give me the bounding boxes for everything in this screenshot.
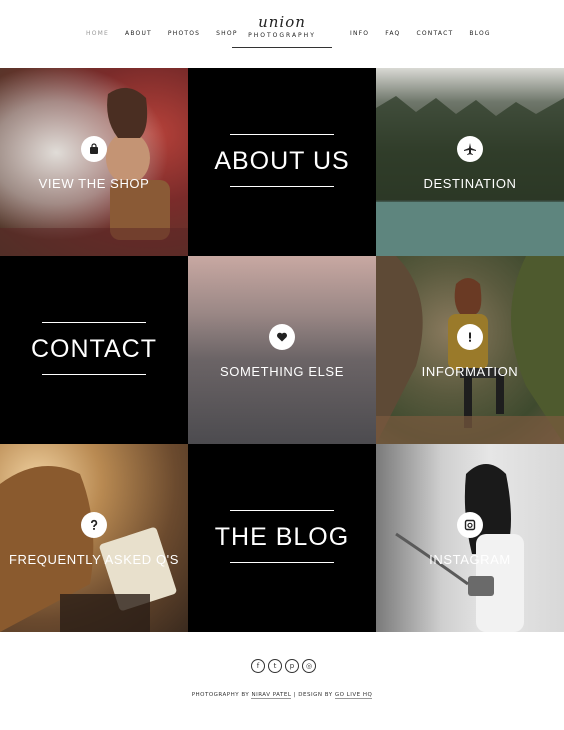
instagram-icon[interactable]: ◎ bbox=[302, 659, 316, 673]
woman-in-smoke-photo bbox=[0, 87, 188, 256]
rule-bottom bbox=[230, 186, 334, 187]
tile-instagram[interactable]: INSTAGRAM bbox=[376, 444, 564, 632]
pinterest-icon[interactable]: p bbox=[285, 659, 299, 673]
tile-destination[interactable]: DESTINATION bbox=[376, 68, 564, 256]
tile-title-about: ABOUT US bbox=[214, 147, 350, 175]
credit-separator: | bbox=[293, 692, 297, 698]
logo-subtitle: PHOTOGRAPHY bbox=[248, 32, 316, 39]
facebook-icon[interactable]: f bbox=[251, 659, 265, 673]
heart-icon bbox=[269, 324, 295, 350]
rule-bottom bbox=[42, 374, 146, 375]
tile-grid: VIEW THE SHOP ABOUT US DESTINATION CONTA… bbox=[0, 68, 564, 632]
site-logo[interactable]: union PHOTOGRAPHY bbox=[232, 14, 332, 48]
tile-information[interactable]: INFORMATION bbox=[376, 256, 564, 444]
airplane-icon bbox=[457, 136, 483, 162]
nav-info[interactable]: INFO bbox=[350, 30, 369, 37]
designer-link[interactable]: GO LIVE HQ bbox=[334, 692, 373, 699]
tile-label-destination: DESTINATION bbox=[423, 176, 517, 191]
exclamation-icon bbox=[457, 324, 483, 350]
tile-label-information: INFORMATION bbox=[421, 364, 519, 379]
question-icon bbox=[81, 512, 107, 538]
tile-something-else[interactable]: SOMETHING ELSE bbox=[188, 256, 376, 444]
rule-bottom bbox=[230, 562, 334, 563]
tile-label-shop: VIEW THE SHOP bbox=[38, 176, 150, 191]
tile-label-instagram: INSTAGRAM bbox=[429, 552, 511, 567]
tile-contact[interactable]: CONTACT bbox=[0, 256, 188, 444]
lake-forest-photo bbox=[376, 96, 564, 256]
tile-faq[interactable]: FREQUENTLY ASKED Q'S bbox=[0, 444, 188, 632]
logo-script: union bbox=[258, 13, 306, 31]
tile-title-contact: CONTACT bbox=[31, 335, 157, 363]
girl-reading-photo bbox=[0, 466, 177, 632]
tile-label-something: SOMETHING ELSE bbox=[220, 364, 344, 379]
footer-credits: PHOTOGRAPHY BY NIRAV PATEL | DESIGN BY G… bbox=[0, 692, 564, 699]
photo-credit-prefix: PHOTOGRAPHY BY bbox=[191, 692, 250, 698]
nav-blog[interactable]: BLOG bbox=[469, 30, 490, 37]
tile-the-blog[interactable]: THE BLOG bbox=[188, 444, 376, 632]
tile-view-shop[interactable]: VIEW THE SHOP bbox=[0, 68, 188, 256]
woman-on-tree-photo bbox=[376, 256, 564, 444]
design-credit-prefix: DESIGN BY bbox=[298, 692, 333, 698]
nav-home[interactable]: HOME bbox=[86, 30, 109, 37]
social-links: f t p ◎ bbox=[251, 659, 316, 673]
nav-left: HOME ABOUT PHOTOS SHOP bbox=[86, 30, 254, 37]
rule-top bbox=[230, 134, 334, 135]
nav-contact[interactable]: CONTACT bbox=[416, 30, 453, 37]
twitter-icon[interactable]: t bbox=[268, 659, 282, 673]
rule-top bbox=[230, 510, 334, 511]
logo-underline bbox=[232, 47, 332, 48]
tile-title-blog: THE BLOG bbox=[214, 523, 350, 551]
rule-top bbox=[42, 322, 146, 323]
instagram-icon bbox=[457, 512, 483, 538]
woman-with-camera-photo bbox=[395, 464, 524, 632]
nav-right: INFO FAQ CONTACT BLOG bbox=[350, 30, 507, 37]
nav-photos[interactable]: PHOTOS bbox=[168, 30, 200, 37]
bag-icon bbox=[81, 136, 107, 162]
photographer-link[interactable]: NIRAV PATEL bbox=[251, 692, 292, 699]
tile-about-us[interactable]: ABOUT US bbox=[188, 68, 376, 256]
nav-about[interactable]: ABOUT bbox=[125, 30, 152, 37]
site-header: HOME ABOUT PHOTOS SHOP union PHOTOGRAPHY… bbox=[0, 0, 564, 68]
nav-faq[interactable]: FAQ bbox=[385, 30, 400, 37]
tile-label-faq: FREQUENTLY ASKED Q'S bbox=[8, 552, 180, 567]
